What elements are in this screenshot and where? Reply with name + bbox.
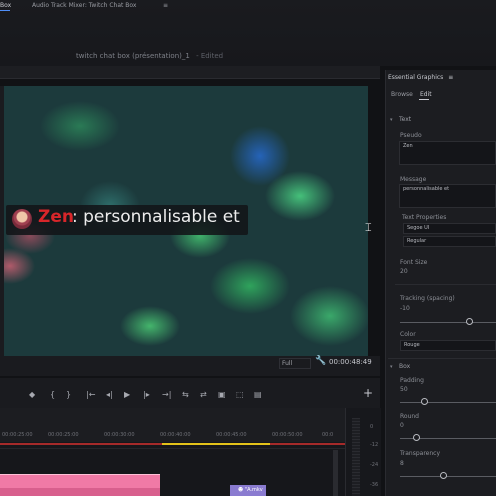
- video-clip[interactable]: ☻ "A.mkv: [230, 485, 266, 496]
- play-icon[interactable]: ▶: [124, 390, 130, 399]
- collapse-text-icon[interactable]: ▾: [390, 117, 393, 123]
- font-size-value[interactable]: 20: [400, 268, 408, 275]
- message-label: Message: [400, 176, 427, 183]
- monitor-tab-bar: [0, 66, 380, 79]
- step-back-icon[interactable]: ◂|: [106, 390, 113, 399]
- transparency-label: Transparency: [400, 450, 441, 457]
- padding-value[interactable]: 50: [400, 386, 408, 393]
- pseudo-label: Pseudo: [400, 132, 422, 139]
- meter-label: -12: [370, 442, 379, 448]
- color-label: Color: [400, 331, 416, 338]
- timeline-tick: 00:00:25:00: [2, 432, 33, 438]
- timeline-tick: 00:00:45:00: [216, 432, 247, 438]
- tab-browse[interactable]: Browse: [391, 91, 413, 98]
- active-tab-indicator: [419, 99, 429, 100]
- tracking-slider-track[interactable]: [400, 322, 496, 323]
- mouse-cursor-icon: ⌶: [365, 221, 372, 234]
- graphics-clip-lower[interactable]: [0, 488, 160, 496]
- tab-edit[interactable]: Edit: [420, 91, 432, 98]
- padding-label: Padding: [400, 377, 424, 384]
- tracking-label: Tracking (spacing): [400, 295, 455, 302]
- panel-title-text: Essential Graphics: [388, 74, 444, 81]
- timeline-tick: 00:00:40:00: [160, 432, 191, 438]
- graphics-clip[interactable]: [0, 474, 160, 489]
- wrench-icon[interactable]: 🔧: [315, 356, 326, 366]
- text-properties-label: Text Properties: [402, 214, 447, 221]
- document-title: twitch chat box (présentation)_1 - Edite…: [76, 52, 223, 60]
- active-tab-indicator: [0, 10, 10, 11]
- tracking-value[interactable]: -10: [400, 305, 410, 312]
- work-area-bar[interactable]: [162, 443, 270, 445]
- tab-audio-track-mixer[interactable]: Audio Track Mixer: Twitch Chat Box: [32, 2, 136, 9]
- step-forward-icon[interactable]: |▸: [143, 390, 150, 399]
- fit-select[interactable]: Full: [279, 358, 311, 369]
- divider: [388, 358, 496, 359]
- meter-label: 0: [370, 424, 374, 430]
- padding-slider-track[interactable]: [400, 402, 496, 403]
- divider: [395, 284, 496, 285]
- export-frame-icon[interactable]: ▣: [218, 390, 226, 399]
- edited-indicator: - Edited: [196, 52, 224, 60]
- meter-label: -36: [370, 482, 379, 488]
- lift-icon[interactable]: ⇆: [182, 390, 189, 399]
- button-editor-plus-button[interactable]: +: [363, 386, 373, 400]
- chat-username: Zen: [38, 207, 74, 227]
- title-bar: [0, 0, 496, 66]
- transparency-slider-track[interactable]: [400, 476, 496, 477]
- user-avatar-icon: [12, 209, 32, 229]
- multi-camera-icon[interactable]: ▤: [254, 390, 262, 399]
- font-style-select[interactable]: Regular: [403, 236, 496, 247]
- track-divider: [0, 448, 345, 449]
- chat-message-text: : personnalisable et: [72, 207, 240, 227]
- section-title-text: Text: [399, 116, 412, 123]
- timeline-tick: 00:00:25:00: [48, 432, 79, 438]
- round-label: Round: [400, 413, 419, 420]
- document-name: twitch chat box (présentation)_1: [76, 52, 190, 60]
- round-value[interactable]: 0: [400, 422, 404, 429]
- transparency-value[interactable]: 8: [400, 460, 404, 467]
- message-field[interactable]: personnalisable et: [399, 184, 496, 208]
- timeline-tick: 00:00:50:00: [272, 432, 303, 438]
- timeline-tick: 00:0: [322, 432, 334, 438]
- go-to-out-icon[interactable]: →|: [162, 390, 171, 399]
- color-select[interactable]: Rouge: [400, 340, 496, 351]
- extract-icon[interactable]: ⇄: [200, 390, 207, 399]
- pseudo-field[interactable]: Zen: [399, 141, 496, 165]
- transport-controls: [0, 378, 380, 409]
- tab-program-monitor[interactable]: Box: [0, 2, 11, 9]
- playhead-timecode[interactable]: 00:00:48:49: [329, 358, 372, 366]
- audio-meter-bar: [352, 418, 360, 496]
- essential-graphics-title: Essential Graphics ≡: [388, 74, 453, 81]
- add-marker-icon[interactable]: ◆: [29, 390, 35, 399]
- timeline-tick: 00:00:30:00: [104, 432, 135, 438]
- meter-label: -24: [370, 462, 379, 468]
- comparison-view-icon[interactable]: ⬚: [236, 390, 244, 399]
- go-to-in-icon[interactable]: |←: [86, 390, 95, 399]
- mark-out-icon[interactable]: }: [66, 390, 71, 399]
- tracking-slider-handle[interactable]: [466, 318, 473, 325]
- font-family-select[interactable]: Segoe UI: [403, 223, 496, 234]
- transparency-slider-handle[interactable]: [440, 472, 447, 479]
- timeline-scrollbar[interactable]: [333, 450, 338, 496]
- collapse-box-icon[interactable]: ▾: [390, 364, 393, 370]
- panel-menu-icon[interactable]: ≡: [448, 74, 453, 81]
- panel-menu-icon[interactable]: ≡: [163, 2, 168, 9]
- section-title-box: Box: [399, 363, 411, 370]
- monitor-left-edge: [0, 86, 4, 356]
- font-size-label: Font Size: [400, 259, 428, 266]
- padding-slider-handle[interactable]: [421, 398, 428, 405]
- round-slider-handle[interactable]: [413, 434, 420, 441]
- mark-in-icon[interactable]: {: [50, 390, 55, 399]
